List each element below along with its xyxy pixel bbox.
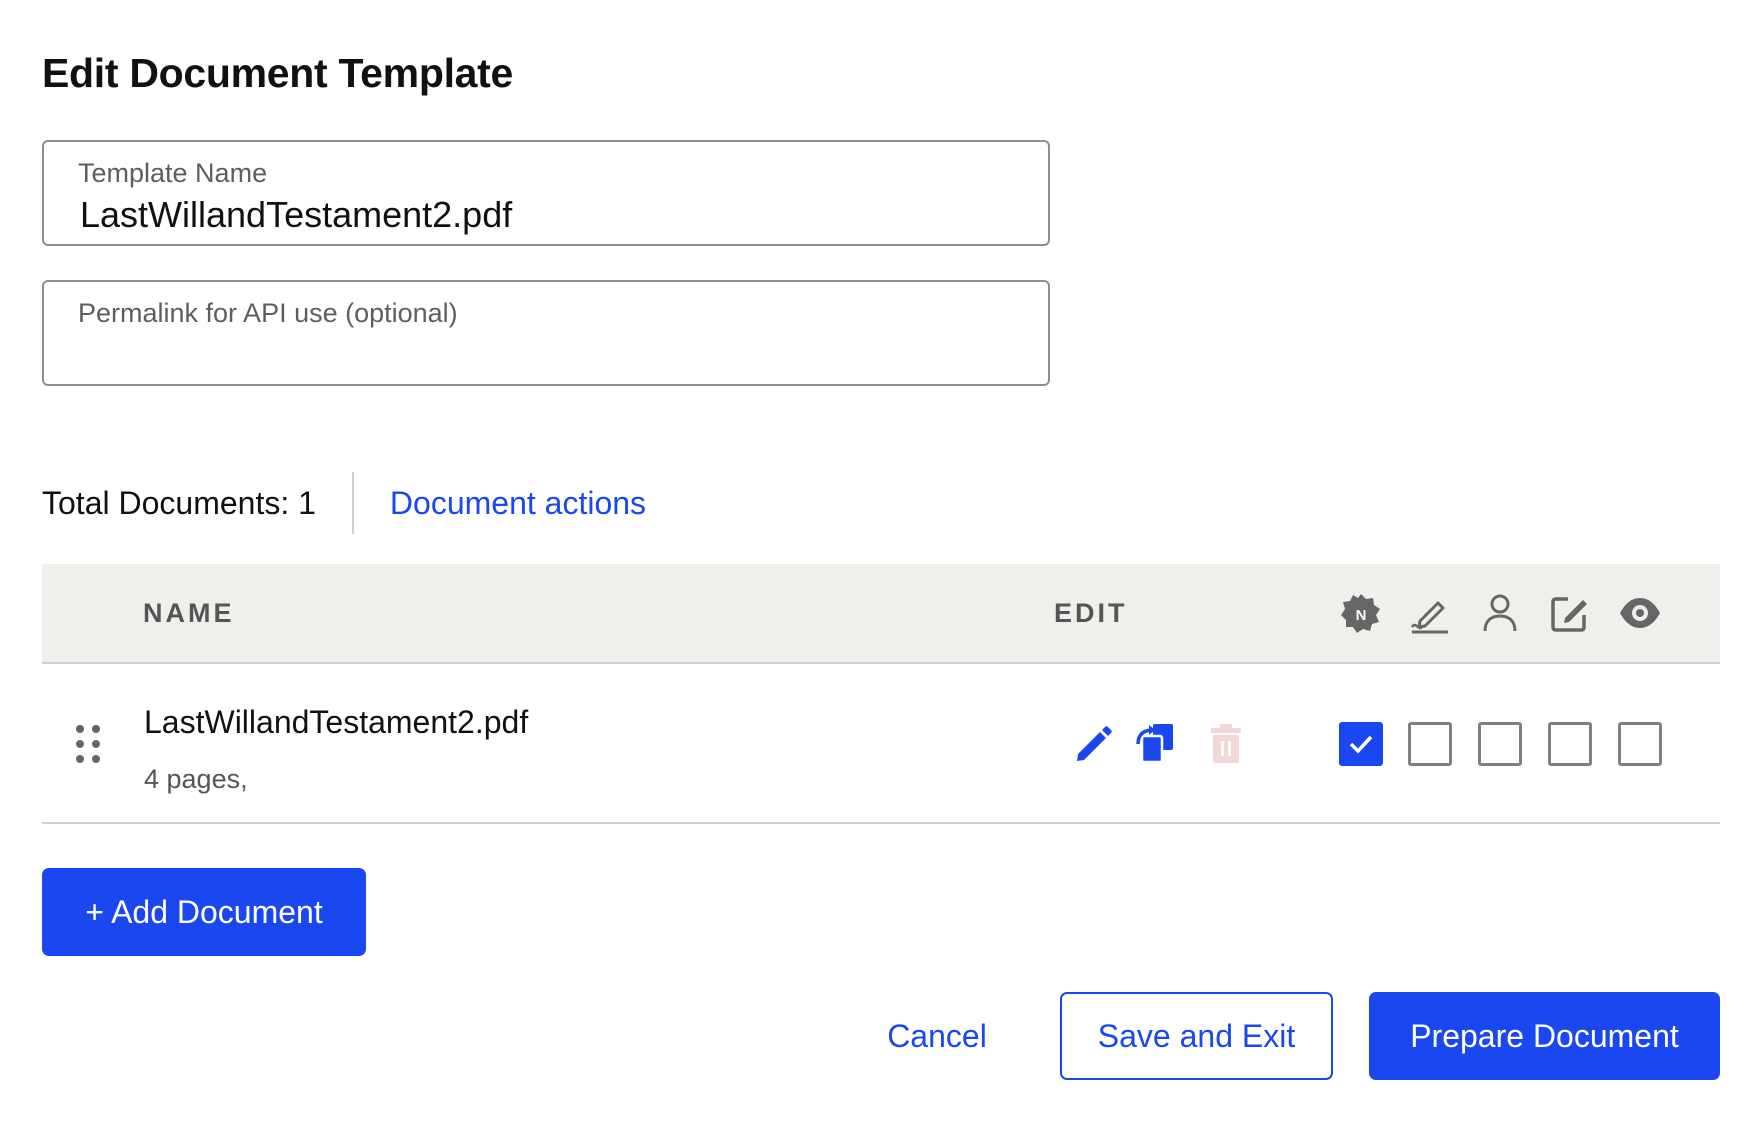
template-name-value[interactable]: LastWillandTestament2.pdf xyxy=(80,194,512,236)
documents-summary: Total Documents: 1 Document actions xyxy=(42,472,646,534)
column-name-header: NAME xyxy=(143,598,235,628)
table-row: LastWillandTestament2.pdf 4 pages, xyxy=(42,664,1720,824)
template-name-field[interactable]: Template Name LastWillandTestament2.pdf xyxy=(42,140,1050,246)
template-name-label: Template Name xyxy=(78,158,268,188)
document-name: LastWillandTestament2.pdf xyxy=(144,704,529,740)
document-actions-link[interactable]: Document actions xyxy=(390,485,646,522)
table-header: NAME EDIT N xyxy=(42,564,1720,664)
edit-note-icon xyxy=(1551,597,1587,632)
column-edit-header: EDIT xyxy=(1054,598,1128,628)
permalink-input[interactable] xyxy=(78,338,1008,374)
document-pages: 4 pages, xyxy=(144,764,248,794)
notary-badge-icon: N xyxy=(1341,594,1380,633)
person-icon xyxy=(1483,594,1517,632)
checkbox-notary[interactable] xyxy=(1339,722,1383,766)
copy-icon[interactable] xyxy=(1133,720,1177,764)
total-documents: Total Documents: 1 xyxy=(42,484,316,521)
checkbox-signer[interactable] xyxy=(1478,722,1522,766)
prepare-document-button[interactable]: Prepare Document xyxy=(1369,992,1720,1080)
summary-divider xyxy=(351,472,354,534)
permalink-label: Permalink for API use (optional) xyxy=(78,298,458,328)
page-title: Edit Document Template xyxy=(42,50,514,96)
checkbox-editor[interactable] xyxy=(1548,722,1592,766)
signature-icon xyxy=(1410,601,1448,634)
documents-table: NAME EDIT N LastWillandTestament2.pdf 4 … xyxy=(42,564,1720,824)
drag-handle-icon[interactable] xyxy=(74,724,102,764)
save-and-exit-button[interactable]: Save and Exit xyxy=(1060,992,1333,1080)
eye-icon xyxy=(1620,598,1660,628)
svg-text:N: N xyxy=(1356,607,1367,624)
permalink-field[interactable]: Permalink for API use (optional) xyxy=(42,280,1050,386)
add-document-button[interactable]: + Add Document xyxy=(42,868,366,956)
cancel-button[interactable]: Cancel xyxy=(862,992,1012,1080)
pencil-icon[interactable] xyxy=(1072,722,1116,766)
trash-icon[interactable] xyxy=(1204,722,1248,766)
checkbox-viewer[interactable] xyxy=(1618,722,1662,766)
checkbox-signature[interactable] xyxy=(1408,722,1452,766)
